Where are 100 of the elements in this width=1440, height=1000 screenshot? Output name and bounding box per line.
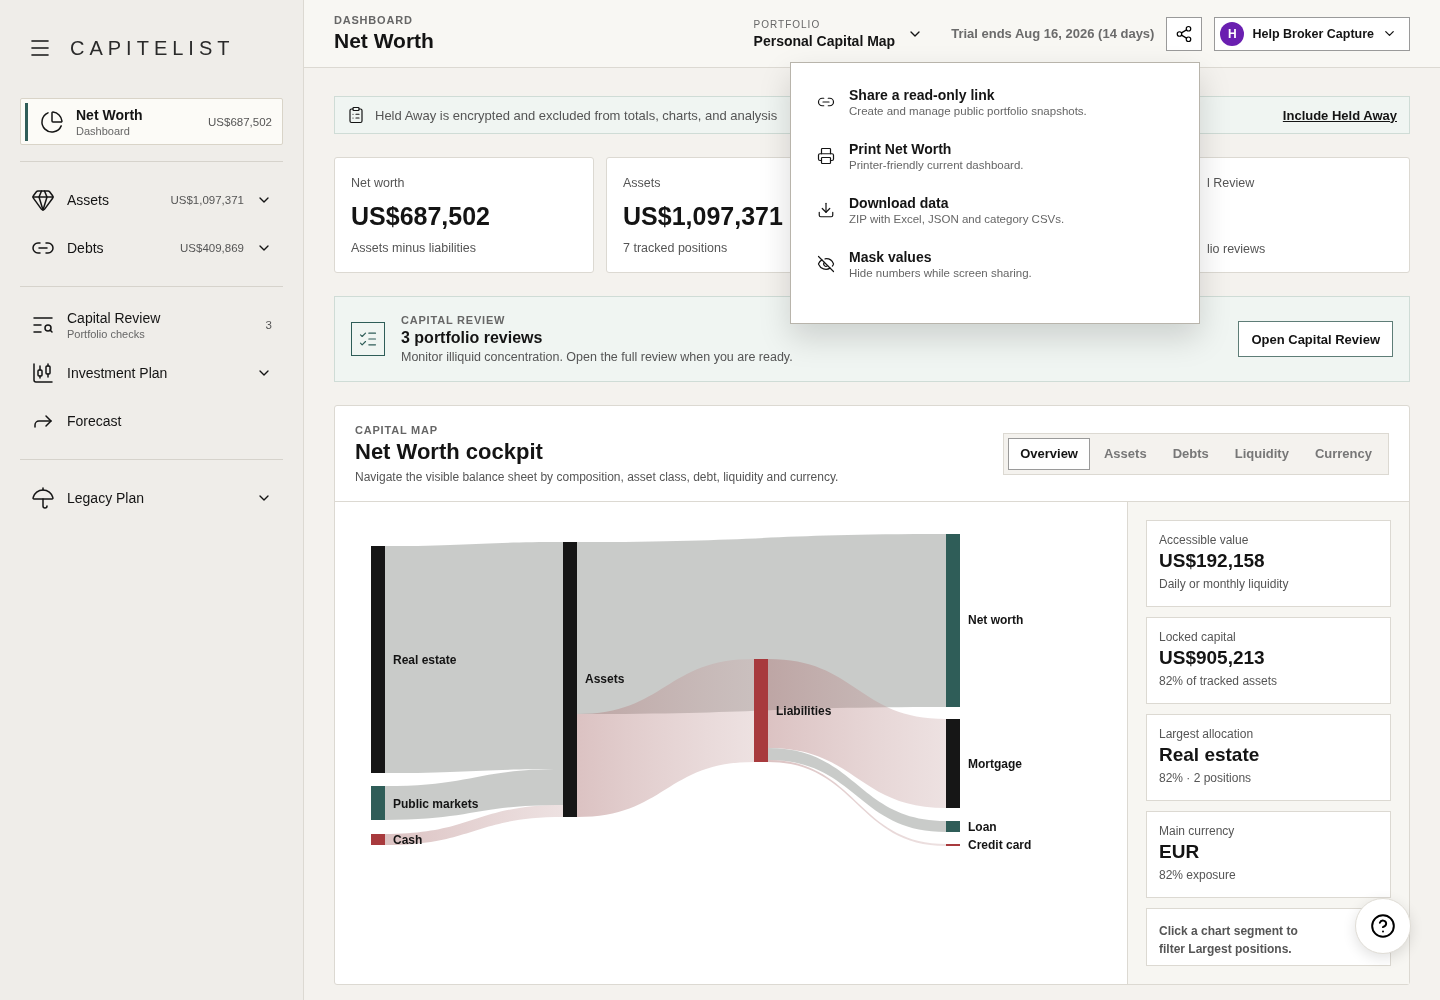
- nav-item[interactable]: Investment Plan: [20, 351, 283, 395]
- nav-count: 3: [265, 319, 272, 331]
- summary-note: 82% · 2 positions: [1159, 771, 1253, 785]
- nav-item[interactable]: Forecast: [20, 399, 283, 443]
- pie-chart-icon: [40, 109, 64, 134]
- view-tab[interactable]: Overview: [1008, 437, 1090, 470]
- menu-item[interactable]: Download data ZIP with Excel, JSON and category CSVs.: [817, 195, 1199, 225]
- nav-label: Investment Plan: [67, 365, 169, 381]
- summary-value: EUR: [1159, 841, 1201, 863]
- stat-note: lio reviews: [1207, 242, 1267, 256]
- summary-note: Daily or monthly liquidity: [1159, 577, 1290, 591]
- node-label: Loan: [968, 820, 997, 834]
- nav-label: Capital Review: [67, 310, 162, 326]
- menu-item-text: Create and manage public portfolio snapshots.: [849, 105, 1087, 117]
- review-title: 3 portfolio reviews: [401, 329, 544, 347]
- node-label: Cash: [393, 833, 423, 847]
- menu-item-text: ZIP with Excel, JSON and category CSVs.: [849, 213, 1065, 225]
- summary-label: Accessible value: [1159, 533, 1250, 547]
- sankey-node[interactable]: [563, 542, 577, 817]
- menu-item-title: Share a read-only link: [849, 87, 996, 103]
- eye-off-icon: [817, 255, 835, 273]
- page-title: Net Worth: [334, 29, 435, 53]
- checklist-icon: [351, 322, 385, 356]
- summary-note: 82% exposure: [1159, 868, 1237, 882]
- nav-item[interactable]: Debts US$409,869: [20, 226, 283, 270]
- portfolio-label: PORTFOLIO: [753, 18, 822, 30]
- sankey-node[interactable]: [371, 834, 385, 845]
- nav-item[interactable]: Net Worth Dashboard US$687,502: [20, 98, 283, 145]
- sankey-node[interactable]: [371, 546, 385, 773]
- nav-item[interactable]: Assets US$1,097,371: [20, 178, 283, 222]
- menu-item[interactable]: Mask values Hide numbers while screen sharing.: [817, 249, 1199, 279]
- nav-label: Debts: [67, 240, 105, 256]
- stat-note: 7 tracked positions: [623, 241, 729, 255]
- banner-text: Held Away is encrypted and excluded from totals, charts, and analysis: [375, 107, 778, 123]
- map-description: Navigate the visible balance sheet by composition, asset class, debt, liquidity and currency.: [355, 469, 840, 484]
- share-button[interactable]: [1166, 16, 1203, 51]
- nav-label: Net Worth: [76, 106, 144, 123]
- review-text: Monitor illiquid concentration. Open the full review when you are ready.: [401, 350, 794, 364]
- sankey-node[interactable]: [946, 534, 960, 707]
- stat-label: Net worth: [351, 176, 406, 190]
- sankey-node[interactable]: [946, 719, 960, 808]
- stat-value: US$687,502: [351, 202, 490, 231]
- summary-label: Locked capital: [1159, 630, 1237, 644]
- help-icon: [1370, 913, 1396, 939]
- node-label: Credit card: [968, 838, 1032, 852]
- download-icon: [817, 201, 835, 219]
- view-tab[interactable]: Assets: [1092, 437, 1159, 470]
- sankey-node[interactable]: [946, 821, 960, 832]
- menu-item-title: Download data: [849, 195, 950, 211]
- summary-note: 82% of tracked assets: [1159, 674, 1279, 688]
- user-avatar: H: [1220, 21, 1245, 46]
- map-title: Net Worth cockpit: [355, 438, 544, 465]
- view-tab[interactable]: Currency: [1302, 437, 1384, 470]
- candlestick-chart-icon: [31, 361, 55, 385]
- summary-label: Main currency: [1159, 824, 1236, 838]
- nav-item[interactable]: Capital Review Portfolio checks 3: [20, 303, 283, 347]
- nav-amount: US$1,097,371: [170, 194, 244, 206]
- view-tab[interactable]: Liquidity: [1222, 437, 1301, 470]
- flow-band[interactable]: [385, 769, 563, 820]
- menu-item-text: Printer-friendly current dashboard.: [849, 159, 1024, 171]
- trial-notice: Trial ends Aug 16, 2026 (14 days): [951, 26, 1155, 41]
- map-eyebrow: CAPITAL MAP: [355, 423, 439, 436]
- sankey-node[interactable]: [754, 659, 768, 762]
- hint-text: Click a chart segment to filter Largest positions.: [1159, 924, 1298, 956]
- menu-item-title: Print Net Worth: [849, 141, 953, 157]
- nav-sublabel: Portfolio checks: [67, 328, 146, 340]
- nav-amount: US$687,502: [208, 115, 272, 128]
- node-label: Liabilities: [776, 704, 832, 718]
- stat-label: l Review: [1207, 176, 1256, 190]
- node-label: Public markets: [393, 797, 479, 811]
- portfolio-selector[interactable]: Personal Capital Map: [753, 32, 896, 49]
- clipboard-icon: [347, 106, 365, 124]
- menu-item[interactable]: Share a read-only link Create and manage public portfolio snapshots.: [817, 87, 1199, 117]
- stat-label: Assets: [623, 176, 662, 190]
- stat-value: US$1,097,371: [623, 202, 783, 231]
- umbrella-icon: [31, 486, 55, 510]
- user-menu-button[interactable]: H Help Broker Capture: [1214, 16, 1410, 51]
- sankey-node[interactable]: [371, 786, 385, 820]
- stat-note: Assets minus liabilities: [351, 241, 478, 255]
- summary-label: Largest allocation: [1159, 727, 1255, 741]
- view-tab[interactable]: Debts: [1160, 437, 1221, 470]
- node-label: Real estate: [393, 653, 457, 667]
- summary-value: US$905,213: [1159, 647, 1266, 669]
- nav-label: Assets: [67, 192, 110, 208]
- summary-value: US$192,158: [1159, 550, 1266, 572]
- diamond-icon: [31, 188, 55, 212]
- page-eyebrow: DASHBOARD: [334, 14, 414, 26]
- node-label: Assets: [585, 672, 625, 686]
- nav-label: Forecast: [67, 413, 123, 429]
- include-held-away-link[interactable]: Include Held Away: [1282, 107, 1397, 123]
- menu-item-title: Mask values: [849, 249, 933, 265]
- node-label: Net worth: [968, 613, 1024, 627]
- open-review-button[interactable]: Open Capital Review: [1238, 321, 1393, 357]
- brand-logo: CAPITELIST: [70, 36, 235, 60]
- share-icon: [1175, 24, 1194, 43]
- printer-icon: [817, 147, 835, 165]
- menu-item-text: Hide numbers while screen sharing.: [849, 267, 1032, 279]
- menu-item[interactable]: Print Net Worth Printer-friendly current dashboard.: [817, 141, 1199, 171]
- nav-item[interactable]: Legacy Plan: [20, 476, 283, 520]
- summary-value: Real estate: [1159, 744, 1261, 766]
